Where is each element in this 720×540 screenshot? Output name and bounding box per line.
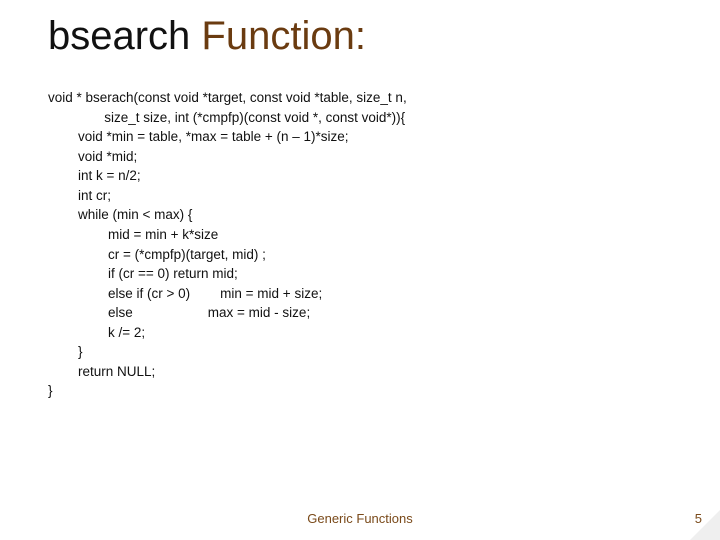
code-line: size_t size, int (*cmpfp)(const void *, … (48, 110, 405, 125)
code-line: } (48, 383, 53, 398)
code-line: } (48, 344, 83, 359)
code-line: void *min = table, *max = table + (n – 1… (48, 129, 349, 144)
code-line: mid = min + k*size (48, 227, 218, 242)
code-line: else if (cr > 0) min = mid + size; (48, 286, 322, 301)
code-line: void * bserach(const void *target, const… (48, 90, 407, 105)
code-line: int k = n/2; (48, 168, 141, 183)
code-line: k /= 2; (48, 325, 145, 340)
code-line: if (cr == 0) return mid; (48, 266, 238, 281)
code-line: while (min < max) { (48, 207, 192, 222)
page-corner-fold (690, 510, 720, 540)
code-block: void * bserach(const void *target, const… (48, 88, 680, 401)
code-line: int cr; (48, 188, 111, 203)
code-line: else max = mid - size; (48, 305, 310, 320)
slide: bsearch Function: void * bserach(const v… (0, 0, 720, 540)
footer-label: Generic Functions (0, 511, 720, 526)
code-line: return NULL; (48, 364, 155, 379)
title-part-1: bsearch (48, 14, 201, 58)
code-line: cr = (*cmpfp)(target, mid) ; (48, 247, 266, 262)
slide-title: bsearch Function: (48, 14, 366, 59)
code-line: void *mid; (48, 149, 137, 164)
title-part-2: Function: (201, 14, 366, 58)
